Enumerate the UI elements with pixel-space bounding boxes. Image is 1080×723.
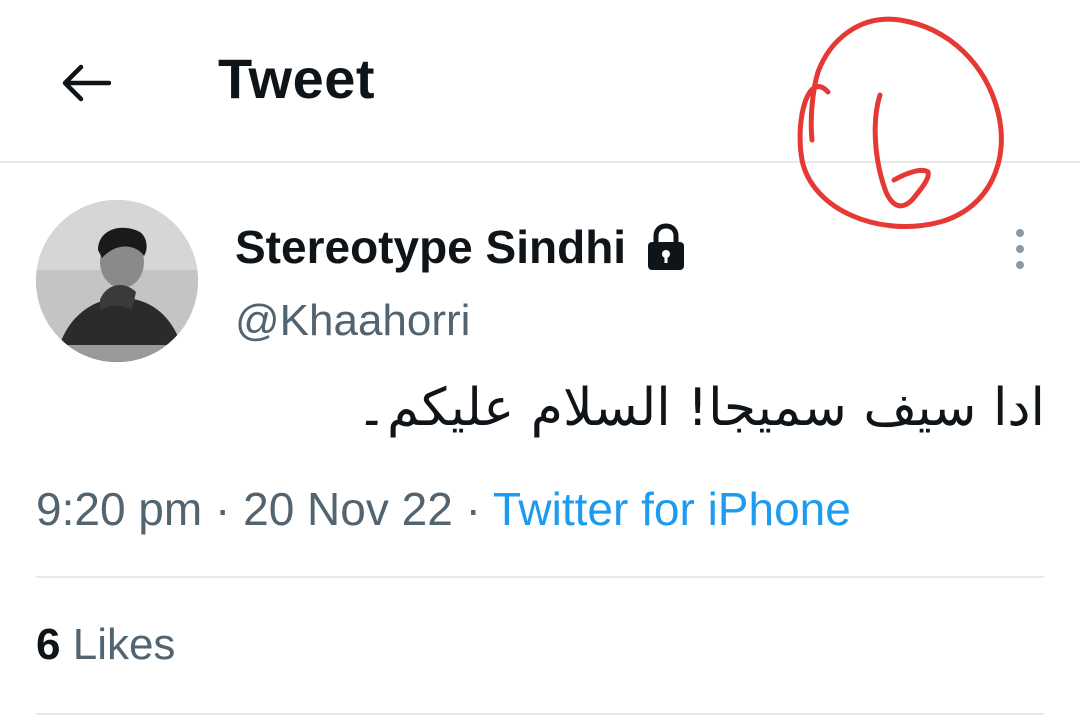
author-name-text: Stereotype Sindhi xyxy=(235,221,627,273)
more-options-button[interactable] xyxy=(1000,222,1040,276)
back-button[interactable] xyxy=(50,48,120,118)
author-display-name[interactable]: Stereotype Sindhi xyxy=(235,220,688,274)
page-title: Tweet xyxy=(218,47,376,110)
meta-separator: · xyxy=(465,483,481,535)
tweet-time[interactable]: 9:20 pm xyxy=(36,483,202,535)
tweet-date[interactable]: 20 Nov 22 xyxy=(243,483,453,535)
arrow-left-icon xyxy=(62,64,111,102)
lock-icon xyxy=(648,223,685,270)
likes-label: Likes xyxy=(72,620,176,669)
more-vertical-icon xyxy=(1016,229,1024,269)
meta-separator: · xyxy=(215,483,231,535)
divider xyxy=(36,576,1044,578)
tweet-text: ادا سیف سمیجا! السلام علیکم۔ xyxy=(356,378,1045,438)
likes-count: 6 xyxy=(36,620,61,669)
tweet-source-link[interactable]: Twitter for iPhone xyxy=(493,483,851,535)
tweet-metadata: 9:20 pm · 20 Nov 22 · Twitter for iPhone xyxy=(36,482,851,536)
profile-photo xyxy=(36,200,198,362)
divider xyxy=(36,713,1044,715)
likes-stat[interactable]: 6 Likes xyxy=(36,620,175,670)
avatar[interactable] xyxy=(36,200,198,362)
author-handle[interactable]: @Khaahorri xyxy=(235,296,470,346)
top-bar: Tweet xyxy=(0,0,1080,163)
